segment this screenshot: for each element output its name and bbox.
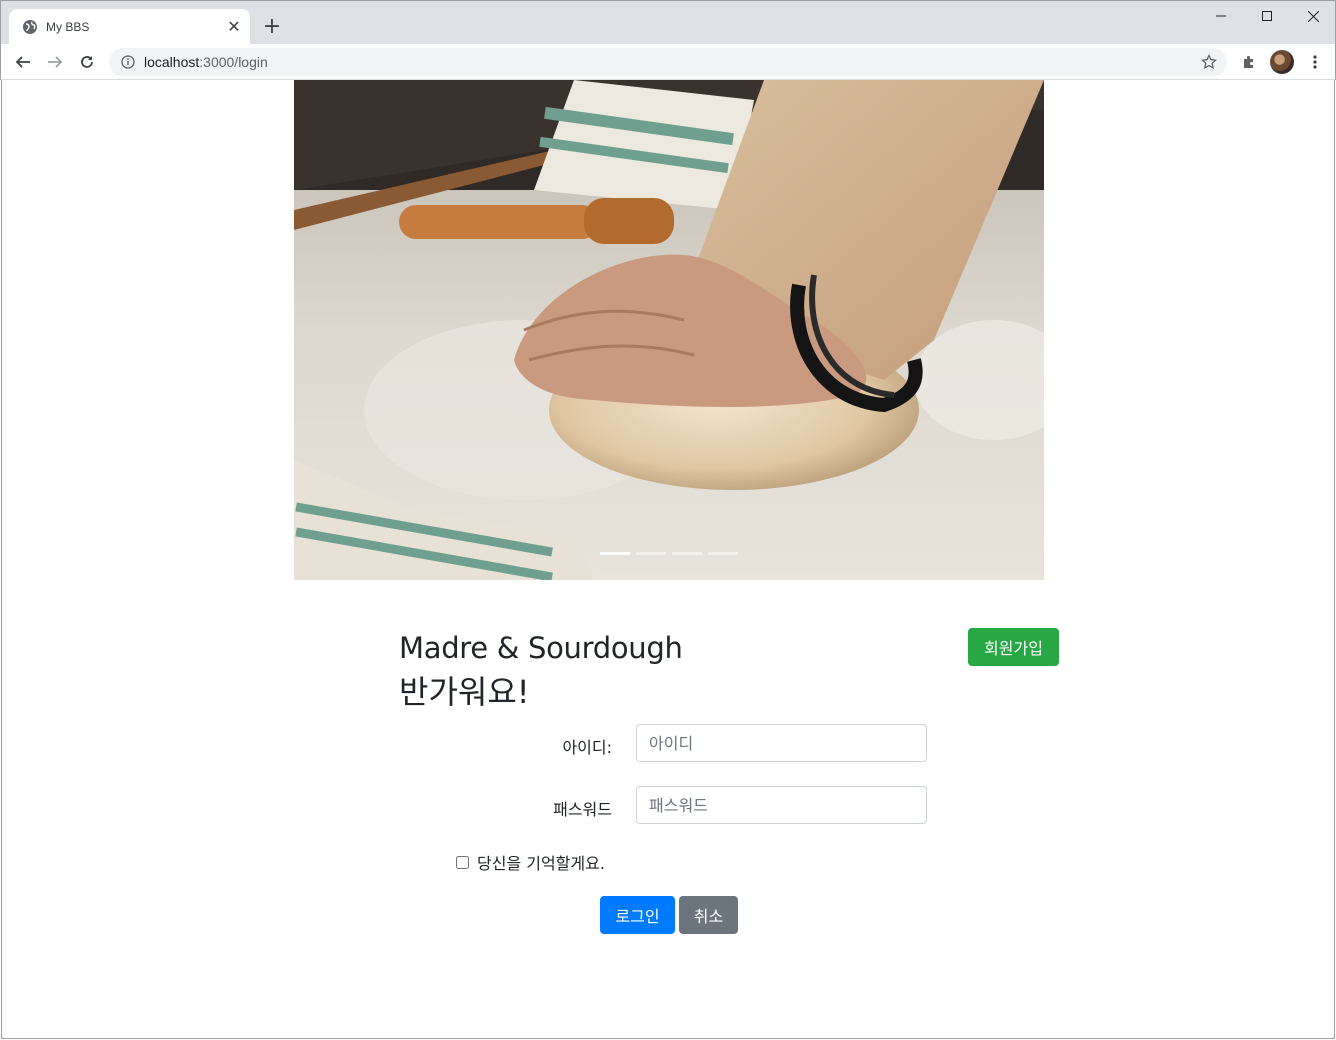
carousel-indicator-1[interactable] <box>600 552 630 555</box>
extensions-puzzle-icon[interactable] <box>1237 50 1261 74</box>
carousel-indicators <box>294 552 1044 555</box>
signup-button[interactable]: 회원가입 <box>968 628 1059 666</box>
remember-me-checkbox[interactable] <box>456 855 469 869</box>
address-bar[interactable]: localhost:3000/login <box>109 48 1227 76</box>
menu-dots-icon[interactable] <box>1303 50 1327 74</box>
login-button[interactable]: 로그인 <box>600 896 675 934</box>
forward-arrow-icon[interactable] <box>43 50 67 74</box>
page-title: Madre & Sourdough <box>399 631 683 665</box>
carousel-indicator-4[interactable] <box>708 552 738 555</box>
minimize-icon[interactable] <box>1198 5 1244 27</box>
bookmark-star-icon[interactable] <box>1199 52 1219 72</box>
browser-toolbar: localhost:3000/login <box>1 44 1335 80</box>
info-icon[interactable] <box>120 54 136 70</box>
window-close-icon[interactable] <box>1290 5 1336 27</box>
welcome-subtitle: 반가워요! <box>399 673 530 711</box>
reload-icon[interactable] <box>75 50 99 74</box>
remember-me: 당신을 기억할게요. <box>456 850 605 874</box>
image-carousel[interactable] <box>294 80 1044 580</box>
carousel-indicator-3[interactable] <box>672 552 702 555</box>
close-tab-icon[interactable]: ✕ <box>224 17 244 37</box>
remember-me-label[interactable]: 당신을 기억할게요. <box>477 850 605 874</box>
tab-title: My BBS <box>46 19 90 34</box>
page-content: Madre & Sourdough 반가워요! 회원가입 아이디: 패스워드 당… <box>1 80 1335 1039</box>
browser-tab[interactable]: My BBS ✕ <box>9 9 250 44</box>
browser-chrome: My BBS ✕ + localhost:3000/login <box>0 0 1336 80</box>
back-arrow-icon[interactable] <box>11 50 35 74</box>
url-host: localhost <box>144 54 200 70</box>
globe-icon <box>22 19 38 35</box>
cancel-button[interactable]: 취소 <box>679 896 738 934</box>
password-label: 패스워드 <box>553 800 612 819</box>
id-input[interactable] <box>636 724 927 762</box>
maximize-icon[interactable] <box>1244 5 1290 27</box>
new-tab-icon[interactable]: + <box>261 14 283 39</box>
profile-avatar[interactable] <box>1270 50 1294 74</box>
url-text: localhost:3000/login <box>144 54 268 70</box>
kneading-dough-photo <box>294 80 1044 580</box>
carousel-indicator-2[interactable] <box>636 552 666 555</box>
url-path: :3000/login <box>199 54 268 70</box>
password-input[interactable] <box>636 786 927 824</box>
id-label: 아이디: <box>562 738 612 757</box>
